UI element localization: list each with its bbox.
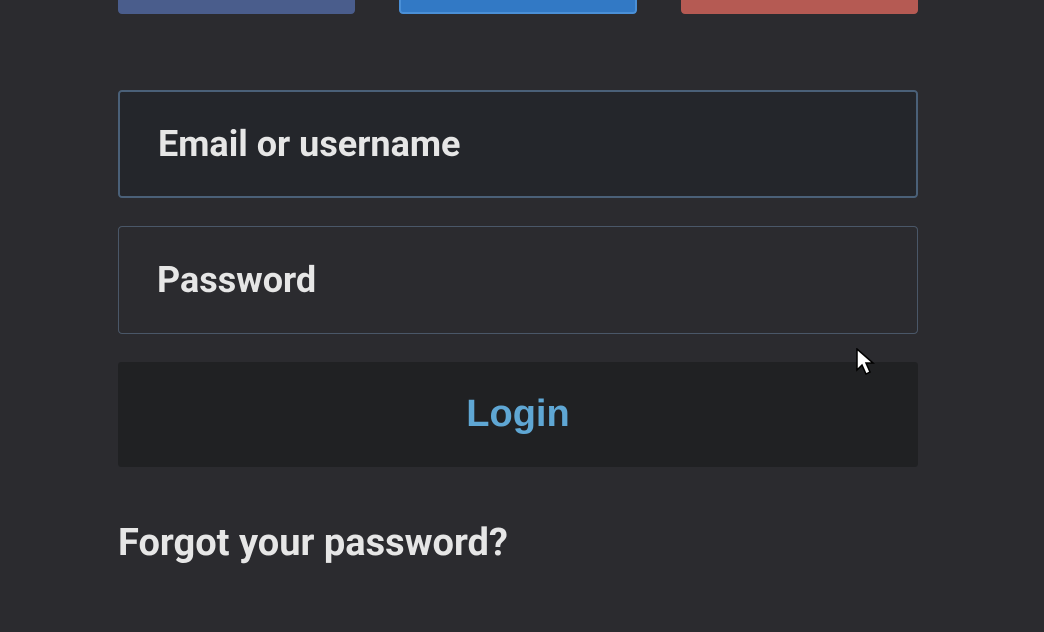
- forgot-password-link[interactable]: Forgot your password?: [118, 521, 508, 565]
- password-field[interactable]: Password: [118, 226, 918, 334]
- login-button[interactable]: Login: [118, 362, 918, 467]
- social-google-button[interactable]: [681, 0, 918, 14]
- password-placeholder: Password: [157, 259, 316, 301]
- email-placeholder: Email or username: [158, 123, 461, 165]
- social-facebook-button[interactable]: [118, 0, 355, 14]
- email-field[interactable]: Email or username: [118, 90, 918, 198]
- social-buttons-row: [118, 0, 918, 14]
- login-form: Email or username Password Login Forgot …: [0, 0, 1044, 565]
- social-twitter-button[interactable]: [399, 0, 636, 14]
- login-button-label: Login: [466, 393, 569, 436]
